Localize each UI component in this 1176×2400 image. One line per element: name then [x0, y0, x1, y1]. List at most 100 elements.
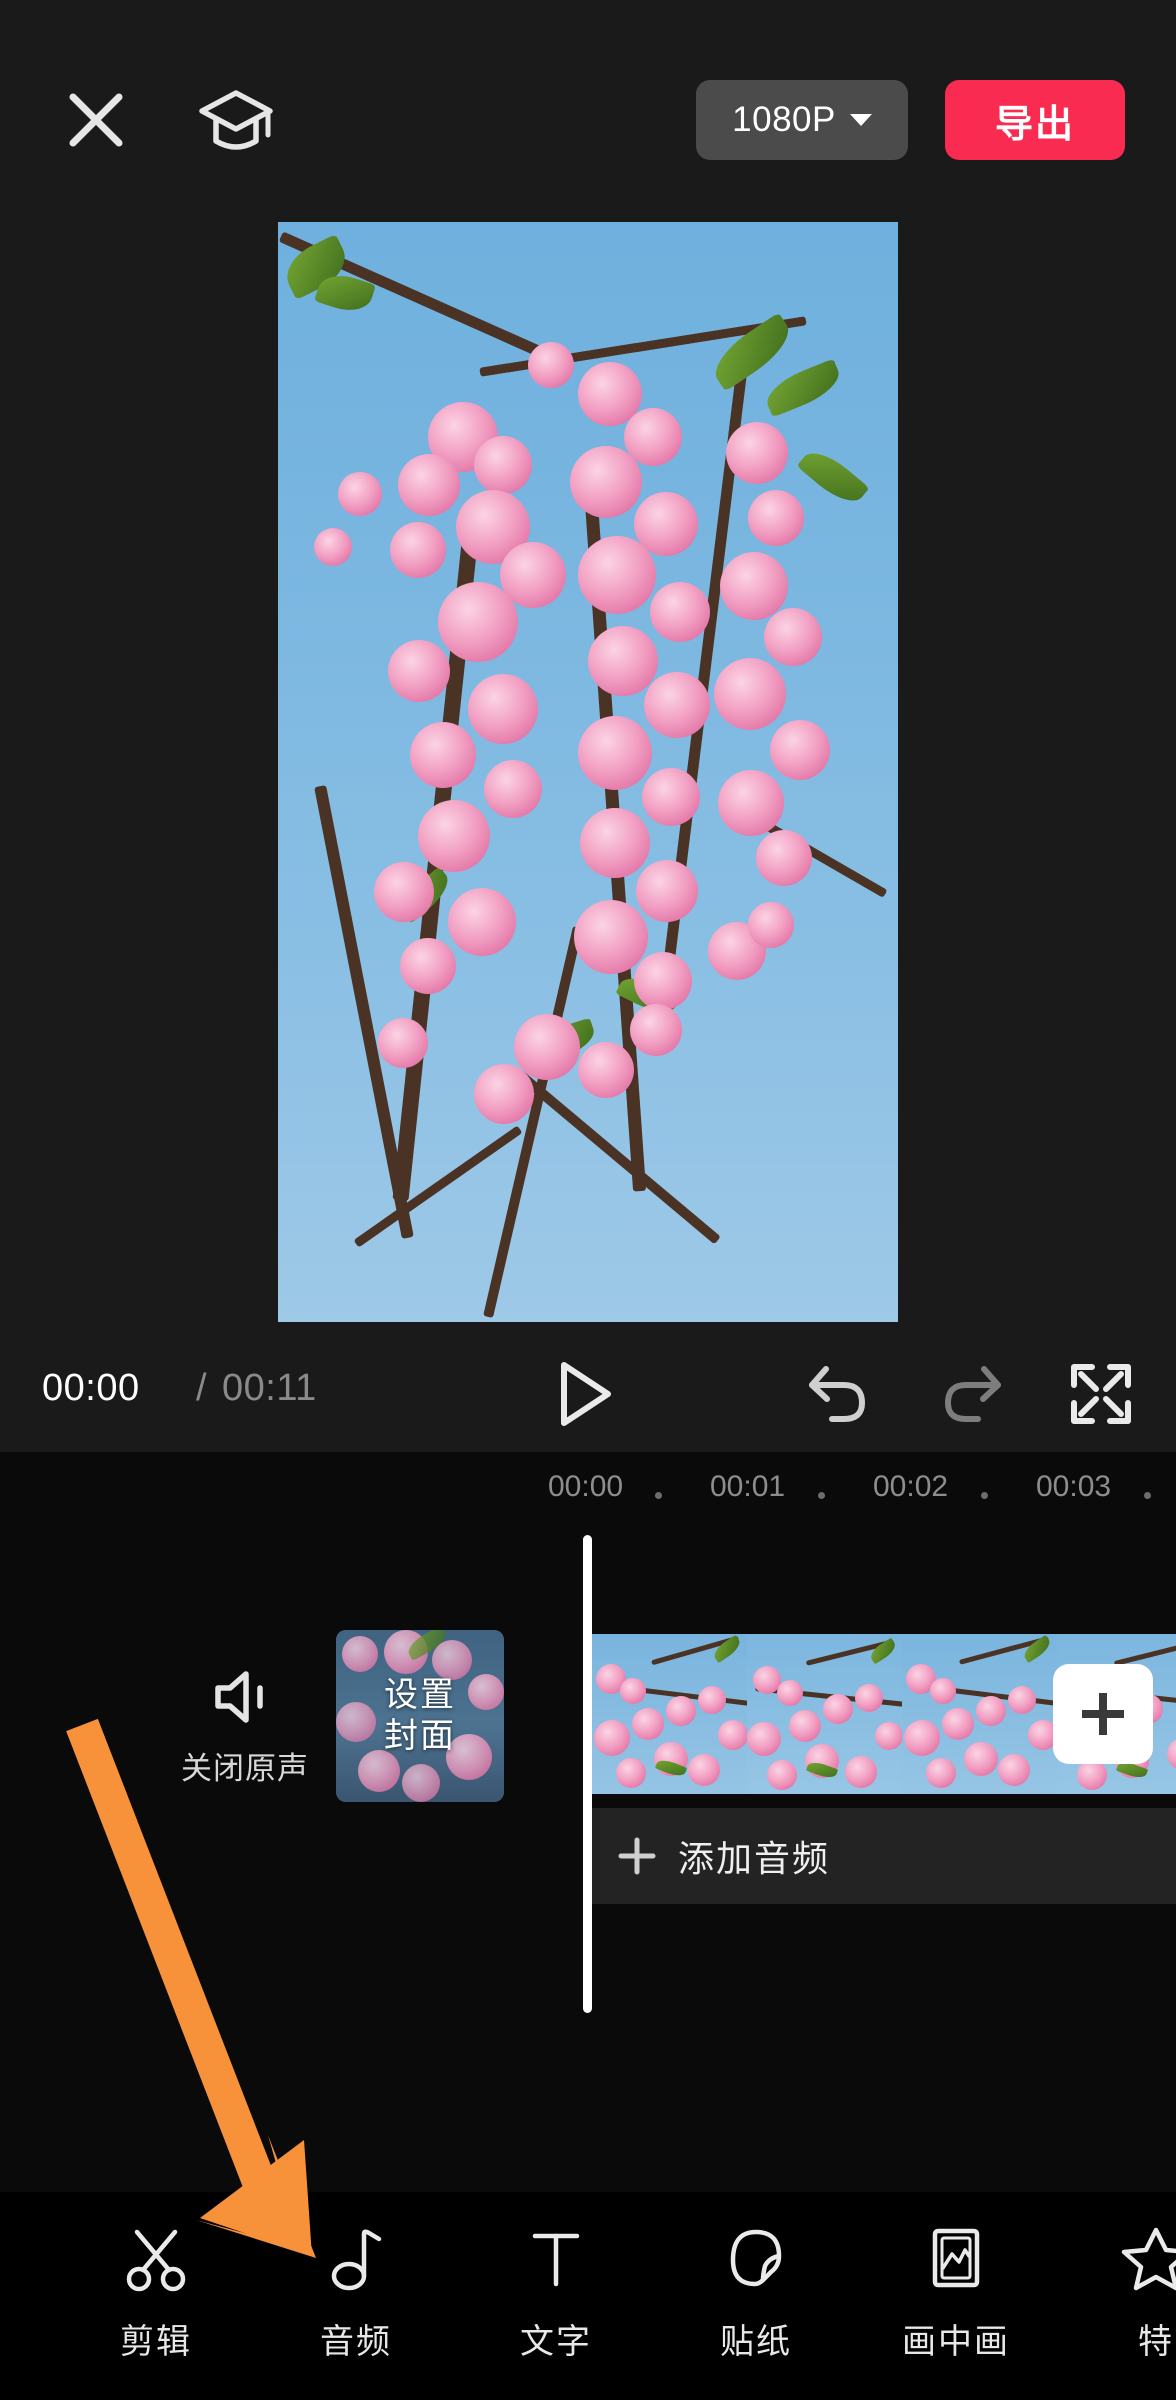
blossom: [714, 658, 786, 730]
speaker-icon: [215, 1671, 263, 1723]
fullscreen-button[interactable]: [1068, 1361, 1134, 1427]
nav-item-edit-label: 剪辑: [120, 2323, 192, 2361]
blossom: [400, 938, 456, 994]
video-frame[interactable]: [592, 1634, 747, 1794]
blossom: [642, 768, 700, 826]
add-audio-label: 添加音频: [678, 1838, 831, 1879]
nav-item-sticker[interactable]: 贴纸: [656, 2192, 856, 2400]
time-ruler[interactable]: 00:00 00:01 00:02 00:03: [0, 1470, 1176, 1532]
video-frame[interactable]: [902, 1634, 1057, 1794]
picture-in-picture-icon: [921, 2226, 991, 2302]
nav-item-pip-label: 画中画: [902, 2323, 1010, 2361]
blossom: [764, 608, 822, 666]
blossom: [748, 902, 794, 948]
ruler-label-1: 00:01: [710, 1470, 786, 1503]
undo-button[interactable]: [802, 1359, 874, 1429]
close-button[interactable]: [60, 84, 132, 156]
blossom: [390, 522, 446, 578]
blossom: [514, 1014, 580, 1080]
ruler-dot: [818, 1492, 825, 1499]
blossom: [588, 626, 658, 696]
ruler-dot: [655, 1492, 662, 1499]
redo-icon: [944, 1366, 1001, 1422]
play-button[interactable]: [548, 1359, 620, 1429]
nav-item-sticker-label: 贴纸: [720, 2323, 792, 2361]
transport-bar: 00:00 / 00:11: [0, 1323, 1176, 1452]
set-cover-button[interactable]: 设置 封面: [336, 1630, 504, 1802]
blossom: [438, 582, 518, 662]
blossom: [574, 900, 648, 974]
nav-item-text[interactable]: 文字: [456, 2192, 656, 2400]
top-bar: 1080P 导出: [0, 60, 1176, 180]
set-cover-line2: 封面: [384, 1717, 456, 1755]
bottom-toolbar: 剪辑 音频 文字 贴纸 画中画 特: [0, 2192, 1176, 2400]
mute-original-audio-button[interactable]: 关闭原声: [155, 1668, 335, 1788]
set-cover-text: 设置 封面: [336, 1630, 504, 1802]
undo-icon: [809, 1366, 866, 1422]
blossom: [644, 672, 710, 738]
bottom-toolbar-row: 剪辑 音频 文字 贴纸 画中画 特: [0, 2192, 1176, 2400]
nav-item-edit[interactable]: 剪辑: [56, 2192, 256, 2400]
blossom: [398, 454, 460, 516]
current-time: 00:00: [42, 1367, 140, 1409]
nav-item-audio-label: 音频: [320, 2323, 392, 2361]
blossom: [718, 770, 784, 836]
blossom: [726, 422, 788, 484]
star-effects-icon: [1121, 2226, 1176, 2302]
ruler-dot: [1144, 1492, 1151, 1499]
resolution-label: 1080P: [732, 100, 836, 139]
blossom: [374, 862, 434, 922]
capcut-editor-screen: 1080P 导出 00:00 / 00:11 00:00 00:01 00:02…: [0, 0, 1176, 2400]
ruler-label-2: 00:02: [873, 1470, 949, 1503]
blossom: [650, 582, 710, 642]
chevron-down-icon: [849, 114, 872, 126]
export-label: 导出: [994, 103, 1075, 146]
blossom: [636, 860, 698, 922]
plus-icon: [618, 1837, 656, 1875]
export-button[interactable]: 导出: [945, 80, 1125, 160]
fullscreen-icon: [1071, 1364, 1131, 1424]
plus-icon: [1082, 1693, 1124, 1735]
blossom: [474, 1064, 534, 1124]
tutorial-button[interactable]: [198, 84, 274, 160]
blossom: [570, 446, 642, 518]
blossom: [748, 490, 804, 546]
playhead[interactable]: [583, 1535, 592, 2013]
blossom: [528, 342, 574, 388]
ruler-label-0: 00:00: [548, 1470, 624, 1503]
music-note-icon: [321, 2226, 391, 2302]
ruler-label-3: 00:03: [1036, 1470, 1112, 1503]
preview-region: 1080P 导出 00:00 / 00:11: [0, 0, 1176, 1452]
add-audio-button[interactable]: 添加音频: [592, 1808, 1176, 1904]
blossom: [410, 722, 476, 788]
total-time: 00:11: [222, 1367, 317, 1409]
blossom: [578, 1042, 634, 1098]
video-frame[interactable]: [747, 1634, 902, 1794]
blossom: [468, 674, 538, 744]
blossom: [770, 720, 830, 780]
nav-item-text-label: 文字: [520, 2323, 592, 2361]
blossom: [378, 1018, 428, 1068]
blossom: [720, 552, 788, 620]
video-preview[interactable]: [278, 222, 898, 1322]
nav-item-pip[interactable]: 画中画: [856, 2192, 1056, 2400]
blossom: [314, 528, 352, 566]
nav-item-audio[interactable]: 音频: [256, 2192, 456, 2400]
blossom: [418, 800, 490, 872]
time-separator: /: [196, 1367, 207, 1409]
blossom: [578, 716, 652, 790]
close-x-icon: [69, 93, 123, 147]
mute-original-audio-label: 关闭原声: [181, 1751, 309, 1786]
blossom: [338, 472, 382, 516]
blossom: [484, 760, 542, 818]
redo-button[interactable]: [936, 1359, 1008, 1429]
add-clip-button[interactable]: [1053, 1664, 1153, 1764]
nav-item-effects[interactable]: 特: [1056, 2192, 1176, 2400]
blossom: [634, 952, 692, 1010]
text-t-icon: [521, 2226, 591, 2302]
resolution-selector[interactable]: 1080P: [696, 80, 908, 160]
play-icon: [561, 1362, 611, 1426]
blossom: [578, 536, 656, 614]
set-cover-line1: 设置: [384, 1675, 456, 1714]
blossom: [580, 808, 650, 878]
